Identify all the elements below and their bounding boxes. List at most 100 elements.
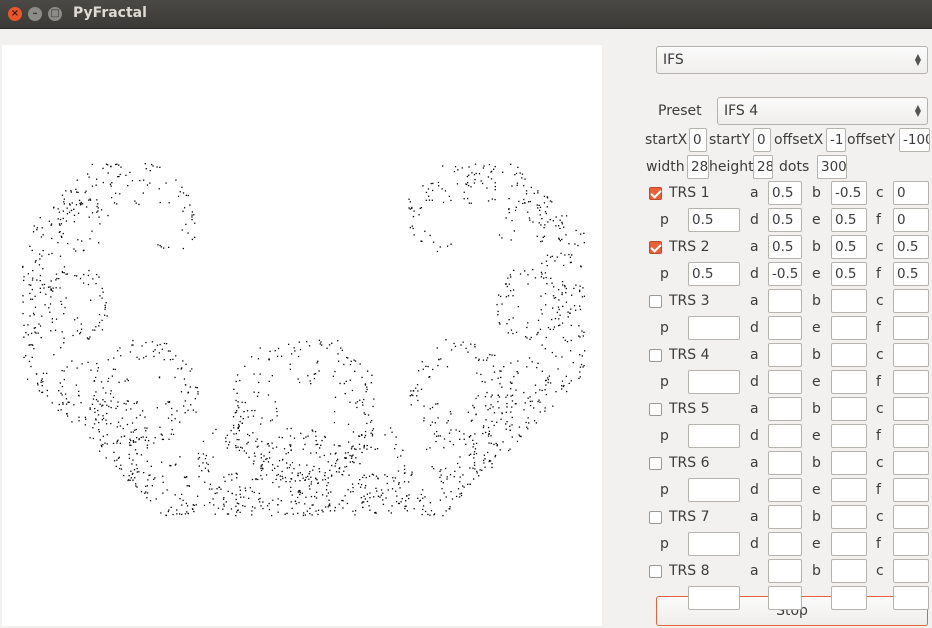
trs-4-d-input[interactable] <box>768 370 802 394</box>
preset-select-value: IFS 4 <box>724 103 759 119</box>
fractal-canvas[interactable] <box>2 45 602 626</box>
trs-2-b-input[interactable]: 0.5 <box>831 235 867 259</box>
trs-7-d-input[interactable] <box>768 532 802 556</box>
height-input[interactable]: 28 <box>753 155 773 179</box>
trs-3-p-input[interactable] <box>688 316 740 340</box>
updown-arrows-icon: ▲ ▼ <box>914 103 921 118</box>
fractal-dots <box>22 163 586 517</box>
startx-input[interactable]: 0 <box>689 128 707 152</box>
trs-1-a-input[interactable]: 0.5 <box>768 181 802 205</box>
trs-5-f-input[interactable] <box>893 424 929 448</box>
coef-b-label: b <box>812 563 821 579</box>
trs-8-b-input[interactable] <box>831 559 867 583</box>
preset-select[interactable]: IFS 4 ▲ ▼ <box>717 97 928 125</box>
trs-6-e-input[interactable] <box>831 478 867 502</box>
trs-7-a-input[interactable] <box>768 505 802 529</box>
trs-9-f-input[interactable] <box>893 586 929 610</box>
trs-2-checkbox[interactable] <box>649 241 662 254</box>
trs-9-p-input[interactable] <box>688 586 740 610</box>
trs-3-f-input[interactable] <box>893 316 929 340</box>
dots-input[interactable]: 300 <box>817 155 847 179</box>
trs-2-e-input[interactable]: 0.5 <box>831 262 867 286</box>
trs-8-a-input[interactable] <box>768 559 802 583</box>
trs-4-label: TRS 4 <box>669 347 710 363</box>
trs-1-b-input[interactable]: -0.5 <box>831 181 867 205</box>
trs-5-b-input[interactable] <box>831 397 867 421</box>
mode-select[interactable]: IFS ▲ ▼ <box>656 46 928 74</box>
coef-c-label: c <box>876 347 884 363</box>
trs-7-c-input[interactable] <box>893 505 929 529</box>
trs-6-p-input[interactable] <box>688 478 740 502</box>
trs-9-e-input[interactable] <box>831 586 867 610</box>
trs-7-f-input[interactable] <box>893 532 929 556</box>
coef-e-label: e <box>812 536 821 552</box>
trs-3-d-input[interactable] <box>768 316 802 340</box>
trs-5-e-input[interactable] <box>831 424 867 448</box>
offsetx-label: offsetX <box>774 132 824 148</box>
window-maximize-icon[interactable]: □ <box>48 7 62 21</box>
trs-2-c-input[interactable]: 0.5 <box>893 235 929 259</box>
coef-c-label: c <box>876 239 884 255</box>
trs-1-checkbox[interactable] <box>649 187 662 200</box>
trs-2-label: TRS 2 <box>669 239 710 255</box>
trs-4-checkbox[interactable] <box>649 349 662 362</box>
trs-4-e-input[interactable] <box>831 370 867 394</box>
trs-3-a-input[interactable] <box>768 289 802 313</box>
trs-3-c-input[interactable] <box>893 289 929 313</box>
trs-2-d-input[interactable]: -0.5 <box>768 262 802 286</box>
trs-7-checkbox[interactable] <box>649 511 662 524</box>
coef-f-label: f <box>876 482 881 498</box>
trs-2-p-input[interactable]: 0.5 <box>688 262 740 286</box>
trs-9-d-input[interactable] <box>768 586 802 610</box>
offsetx-input[interactable]: -1 <box>826 128 846 152</box>
trs-5-p-input[interactable] <box>688 424 740 448</box>
trs-1-f-input[interactable]: 0 <box>893 208 929 232</box>
trs-4-c-input[interactable] <box>893 343 929 367</box>
trs-8-checkbox[interactable] <box>649 565 662 578</box>
trs-2-a-input[interactable]: 0.5 <box>768 235 802 259</box>
trs-6-c-input[interactable] <box>893 451 929 475</box>
trs-6-checkbox[interactable] <box>649 457 662 470</box>
trs-1-c-input[interactable]: 0 <box>893 181 929 205</box>
coef-a-label: a <box>750 509 759 525</box>
trs-4-p-input[interactable] <box>688 370 740 394</box>
trs-6-d-input[interactable] <box>768 478 802 502</box>
trs-1-p-input[interactable]: 0.5 <box>688 208 740 232</box>
window-close-icon[interactable]: × <box>8 7 22 21</box>
coef-f-label: f <box>876 320 881 336</box>
trs-2-f-input[interactable]: 0.5 <box>893 262 929 286</box>
trs-3-e-input[interactable] <box>831 316 867 340</box>
trs-3-checkbox[interactable] <box>649 295 662 308</box>
trs-5-a-input[interactable] <box>768 397 802 421</box>
trs-5-c-input[interactable] <box>893 397 929 421</box>
trs-7-b-input[interactable] <box>831 505 867 529</box>
trs-8-label: TRS 8 <box>669 563 710 579</box>
trs-1-d-input[interactable]: 0.5 <box>768 208 802 232</box>
coef-e-label: e <box>812 482 821 498</box>
starty-input[interactable]: 0 <box>753 128 771 152</box>
window-minimize-icon[interactable]: – <box>28 7 42 21</box>
trs-6-f-input[interactable] <box>893 478 929 502</box>
coef-a-label: a <box>750 185 759 201</box>
trs-6-b-input[interactable] <box>831 451 867 475</box>
trs-4-a-input[interactable] <box>768 343 802 367</box>
trs-3-b-input[interactable] <box>831 289 867 313</box>
coef-a-label: a <box>750 563 759 579</box>
trs-5-checkbox[interactable] <box>649 403 662 416</box>
trs-6-a-input[interactable] <box>768 451 802 475</box>
coef-p-label: p <box>660 536 669 552</box>
trs-8-c-input[interactable] <box>893 559 929 583</box>
window-title: PyFractal <box>73 5 147 21</box>
coef-p-label: p <box>660 482 669 498</box>
trs-1-e-input[interactable]: 0.5 <box>831 208 867 232</box>
offsety-input[interactable]: -100 <box>899 128 930 152</box>
coef-p-label: p <box>660 320 669 336</box>
coef-b-label: b <box>812 347 821 363</box>
trs-7-e-input[interactable] <box>831 532 867 556</box>
coef-b-label: b <box>812 401 821 417</box>
trs-4-b-input[interactable] <box>831 343 867 367</box>
trs-7-p-input[interactable] <box>688 532 740 556</box>
trs-4-f-input[interactable] <box>893 370 929 394</box>
width-input[interactable]: 28 <box>687 155 709 179</box>
trs-5-d-input[interactable] <box>768 424 802 448</box>
